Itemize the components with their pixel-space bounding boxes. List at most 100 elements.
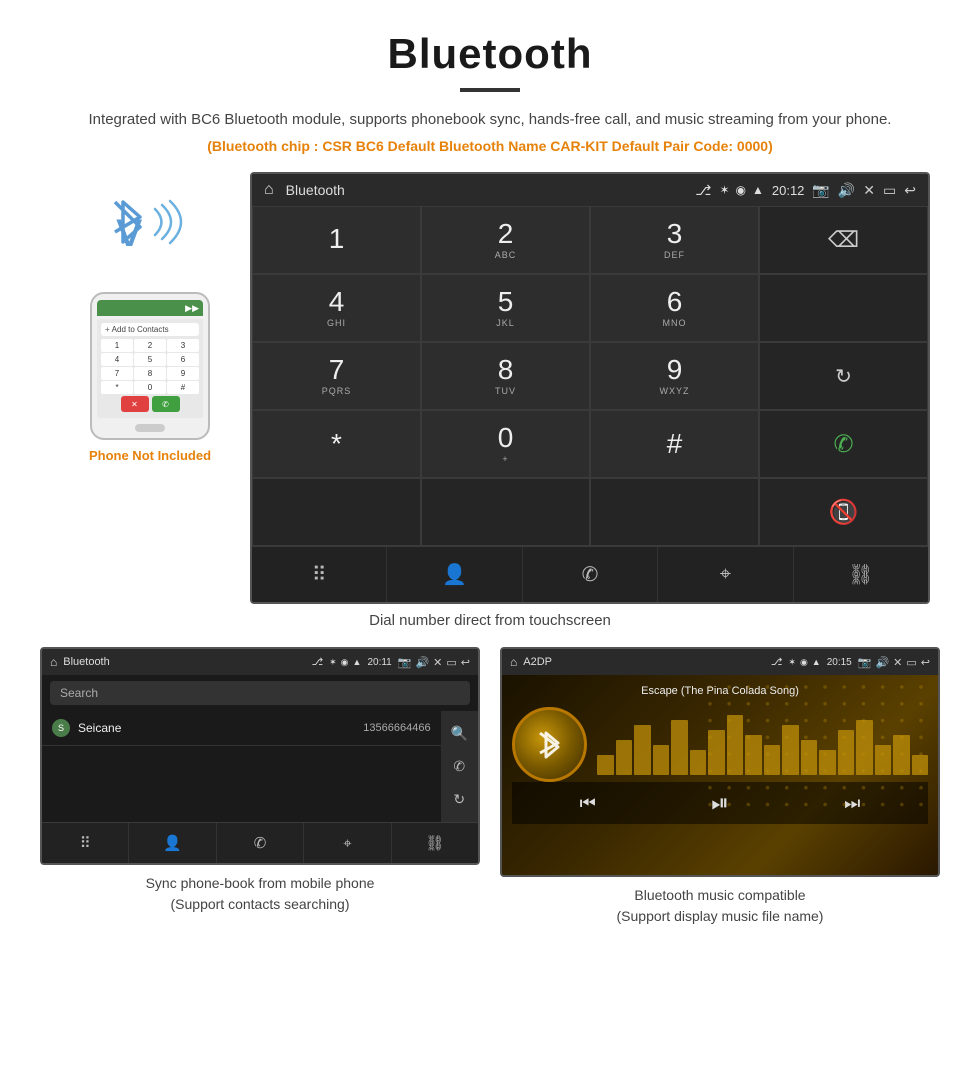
- pb-reload-side-icon[interactable]: ↻: [443, 783, 475, 816]
- eq-bar-11: [801, 740, 818, 775]
- music-cam-icon[interactable]: 📷: [858, 656, 872, 669]
- music-back-icon[interactable]: ↩: [921, 656, 930, 669]
- music-time: 20:15: [827, 657, 852, 668]
- phone-side-panel: ⅴ ▶▶ Add to Contacts: [50, 172, 250, 463]
- eq-bar-4: [671, 720, 688, 775]
- pb-cam-icon[interactable]: 📷: [398, 656, 412, 669]
- phone-key-8: 8: [134, 367, 166, 380]
- hu-camera-icon[interactable]: 📷: [812, 182, 829, 199]
- music-win-icon[interactable]: ▭: [906, 656, 916, 669]
- phone-call-buttons: ✕ ✆: [101, 394, 199, 414]
- hu-close-icon[interactable]: ✕: [863, 182, 875, 199]
- pb-caption: Sync phone-book from mobile phone (Suppo…: [146, 873, 375, 915]
- main-demo-area: ⅴ ▶▶ Add to Contacts: [0, 172, 980, 604]
- dial-backspace-icon[interactable]: ⌫: [828, 227, 859, 253]
- hu-nav-contacts-icon[interactable]: 👤: [387, 547, 522, 602]
- pb-sig-icon: ▲: [353, 657, 362, 667]
- eq-bar-10: [782, 725, 799, 775]
- pb-nav-link[interactable]: ⛓: [392, 823, 478, 863]
- music-status-icons: ✶ ◉ ▲: [788, 657, 820, 668]
- hu-screen-title: Bluetooth: [286, 182, 696, 198]
- page-title: Bluetooth: [60, 30, 920, 78]
- pb-back-icon[interactable]: ↩: [461, 656, 470, 669]
- eq-bar-1: [616, 740, 633, 775]
- pb-win-icon[interactable]: ▭: [446, 656, 456, 669]
- pb-content: S Seicane 13566664466 🔍 ✆ ↻: [42, 711, 478, 822]
- title-divider: [460, 88, 520, 92]
- dial-key-0[interactable]: 0 +: [421, 410, 590, 478]
- pb-status-icons: ✶ ◉ ▲: [329, 657, 361, 668]
- hu-home-icon[interactable]: ⌂: [264, 181, 274, 199]
- music-caption: Bluetooth music compatible (Support disp…: [617, 885, 824, 927]
- phone-key-0: 0: [134, 381, 166, 394]
- pb-bt-icon: ✶: [329, 657, 337, 668]
- pb-loc-icon: ◉: [341, 657, 349, 668]
- eq-bar-13: [838, 730, 855, 775]
- dial-key-6[interactable]: 6 MNO: [590, 274, 759, 342]
- pb-status-bar: ⌂ Bluetooth ⎇ ✶ ◉ ▲ 20:11 📷 🔊 ✕ ▭ ↩: [42, 649, 478, 675]
- phone-carrier-icon: ▶▶: [185, 303, 199, 314]
- pb-caption-line1: Sync phone-book from mobile phone: [146, 875, 375, 891]
- music-bt-icon: ✶: [788, 657, 796, 668]
- dial-key-2[interactable]: 2 ABC: [421, 206, 590, 274]
- pb-call-side-icon[interactable]: ✆: [443, 750, 475, 783]
- pb-nav-bt[interactable]: ⌖: [304, 823, 391, 863]
- pb-close-icon[interactable]: ✕: [433, 656, 442, 669]
- pb-nav-phone[interactable]: ✆: [217, 823, 304, 863]
- pb-caption-line2: (Support contacts searching): [171, 896, 350, 912]
- dial-call-red-cell[interactable]: 📵: [759, 478, 928, 546]
- music-prev-icon[interactable]: ⏮: [580, 793, 596, 814]
- dial-key-1[interactable]: 1: [252, 206, 421, 274]
- pb-nav-contacts[interactable]: 👤: [129, 823, 216, 863]
- pb-nav-grid[interactable]: ⠿: [42, 823, 129, 863]
- pb-vol-icon[interactable]: 🔊: [415, 656, 429, 669]
- dial-empty-2: [759, 274, 928, 342]
- hu-volume-icon[interactable]: 🔊: [838, 182, 855, 199]
- dial-display-area: ⌫: [759, 206, 928, 274]
- phone-add-contact: Add to Contacts: [101, 323, 199, 336]
- pb-contact-avatar: S: [52, 719, 70, 737]
- pb-contact-row[interactable]: S Seicane 13566664466: [42, 711, 441, 746]
- phone-not-included-label: Phone Not Included: [89, 448, 211, 463]
- music-vol-icon[interactable]: 🔊: [875, 656, 889, 669]
- music-screen-outer: ⌂ A2DP ⎇ ✶ ◉ ▲ 20:15 📷 🔊 ✕ ▭ ↩: [500, 647, 940, 877]
- hu-nav-link-icon[interactable]: ⛓: [794, 547, 928, 602]
- phone-key-6: 6: [167, 353, 199, 366]
- dial-key-4[interactable]: 4 GHI: [252, 274, 421, 342]
- hu-nav-bt-icon[interactable]: ⌖: [658, 547, 793, 602]
- music-usb-icon: ⎇: [771, 657, 783, 668]
- hu-nav-phone-icon[interactable]: ✆: [523, 547, 658, 602]
- dial-key-3[interactable]: 3 DEF: [590, 206, 759, 274]
- music-loc-icon: ◉: [800, 657, 808, 668]
- eq-bar-8: [745, 735, 762, 775]
- pb-bottom-nav: ⠿ 👤 ✆ ⌖ ⛓: [42, 822, 478, 863]
- bottom-screenshots: ⌂ Bluetooth ⎇ ✶ ◉ ▲ 20:11 📷 🔊 ✕ ▭ ↩ Se: [0, 647, 980, 927]
- dial-key-hash[interactable]: #: [590, 410, 759, 478]
- dial-key-9[interactable]: 9 WXYZ: [590, 342, 759, 410]
- pb-search-bar[interactable]: Search: [50, 681, 470, 705]
- dial-reload-cell[interactable]: ↻: [759, 342, 928, 410]
- hu-window-icon[interactable]: ▭: [883, 182, 896, 199]
- hu-back-icon[interactable]: ↩: [904, 182, 916, 199]
- music-close-icon[interactable]: ✕: [893, 656, 902, 669]
- phone-key-star: *: [101, 381, 133, 394]
- phone-key-7: 7: [101, 367, 133, 380]
- title-section: Bluetooth Integrated with BC6 Bluetooth …: [0, 0, 980, 172]
- eq-bar-17: [912, 755, 929, 775]
- dial-call-green-cell[interactable]: ✆: [759, 410, 928, 478]
- pb-home-icon[interactable]: ⌂: [50, 655, 57, 669]
- phone-key-9: 9: [167, 367, 199, 380]
- music-content: [512, 707, 928, 782]
- dial-key-7[interactable]: 7 PQRS: [252, 342, 421, 410]
- phone-call-btn: ✆: [152, 396, 180, 412]
- hu-nav-grid-icon[interactable]: ⠿: [252, 547, 387, 602]
- phone-key-3: 3: [167, 339, 199, 352]
- dial-key-5[interactable]: 5 JKL: [421, 274, 590, 342]
- dial-key-8[interactable]: 8 TUV: [421, 342, 590, 410]
- dial-key-star[interactable]: *: [252, 410, 421, 478]
- eq-bar-7: [727, 715, 744, 775]
- call-red-icon: 📵: [829, 498, 859, 527]
- pb-search-side-icon[interactable]: 🔍: [441, 717, 478, 750]
- music-home-icon[interactable]: ⌂: [510, 655, 517, 669]
- hu-signal-icon: ▲: [752, 183, 764, 197]
